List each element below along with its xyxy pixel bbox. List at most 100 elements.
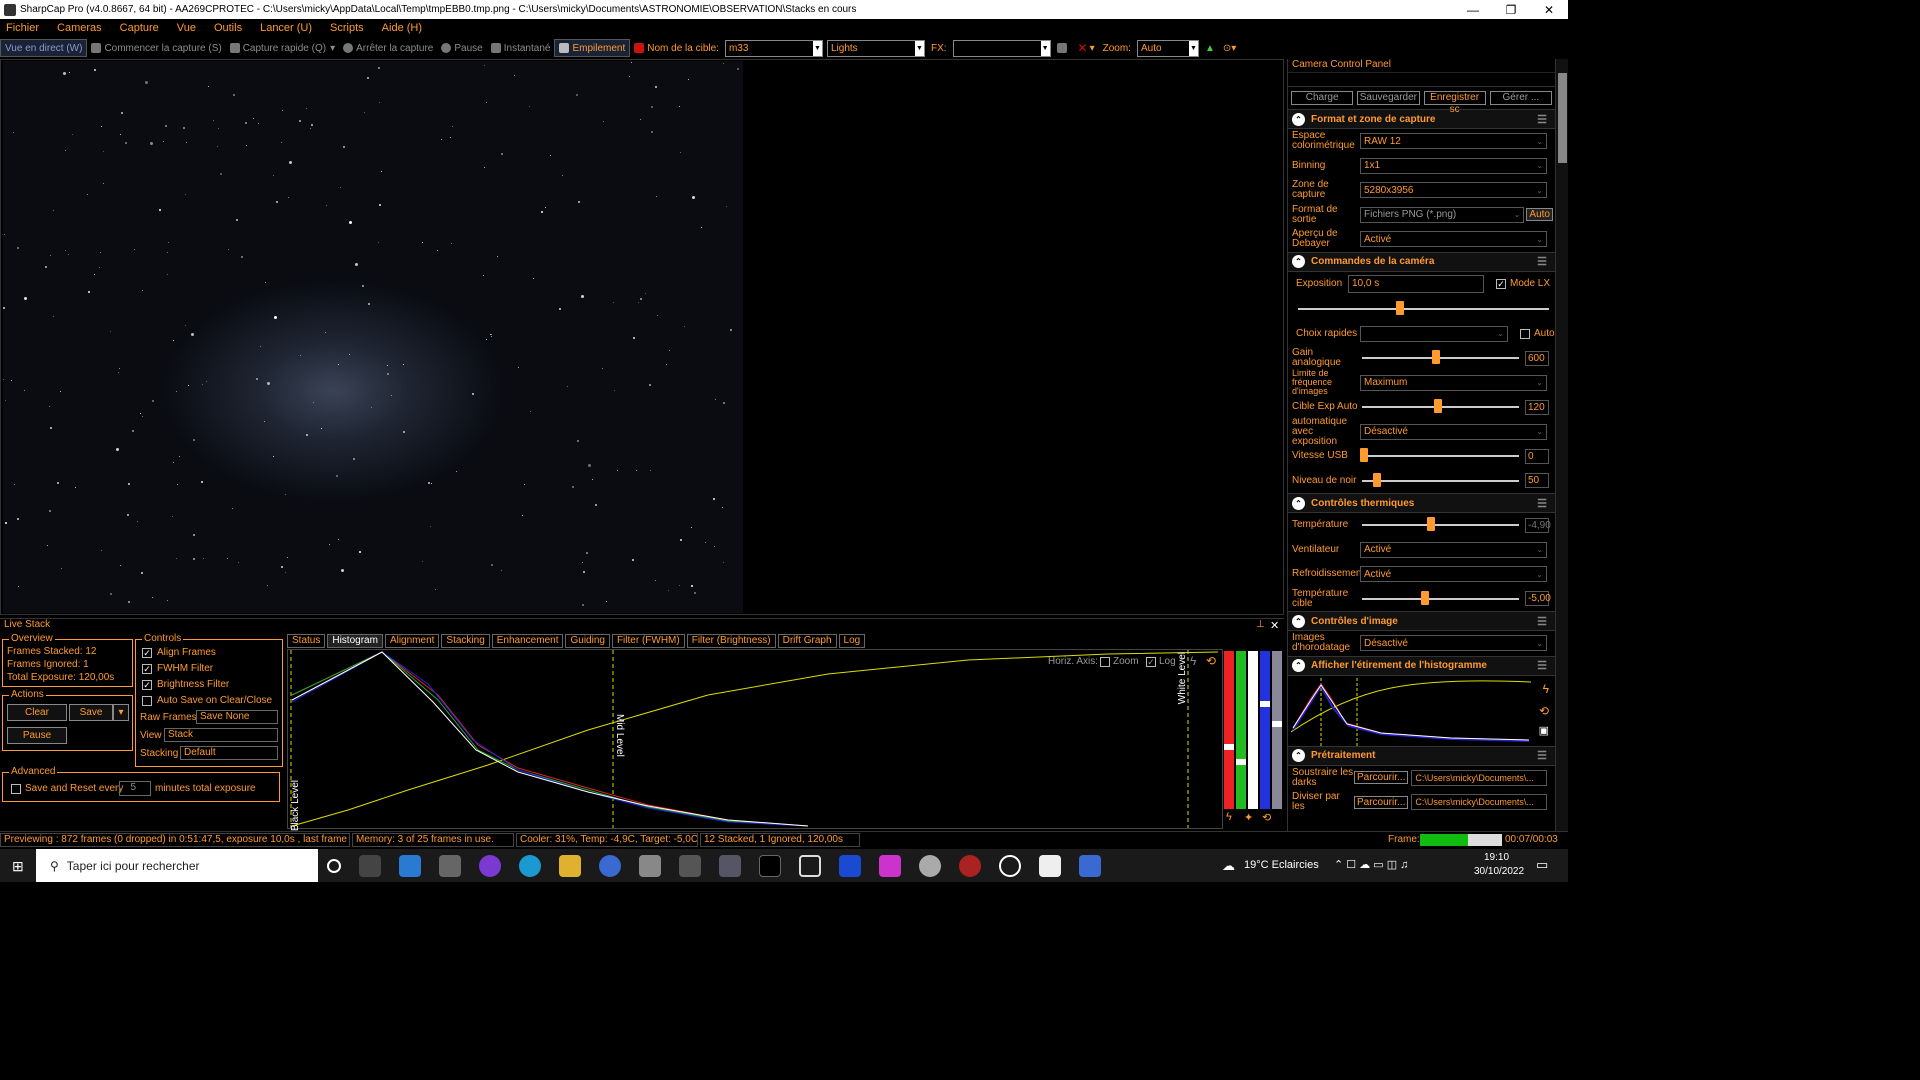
close-button[interactable]: ✕ [1530, 3, 1568, 17]
quick-pick-combo[interactable]: ⌄ [1360, 325, 1508, 342]
auto-stretch-icon[interactable]: ϟ [1543, 682, 1549, 696]
reset-minutes-input[interactable]: 5 [119, 781, 151, 796]
fps-limit-combo[interactable]: Maximum ⌄ [1360, 374, 1547, 391]
app-icon[interactable] [1079, 854, 1101, 877]
tab-filter-fwhm[interactable]: Filter (FWHM) [611, 634, 685, 648]
output-auto-button[interactable]: Auto [1526, 208, 1553, 222]
pause-button[interactable]: Pause [437, 39, 486, 57]
sharpcap-taskbar-icon[interactable] [679, 854, 701, 877]
zoom-combo[interactable]: Auto ▼ [1136, 39, 1199, 57]
tab-enhancement[interactable]: Enhancement [491, 634, 564, 648]
black-level-slider[interactable] [1360, 472, 1525, 489]
hamburger-icon[interactable]: ☰ [1537, 113, 1547, 126]
windows-start-icon[interactable]: ⊞ [12, 858, 24, 875]
slider-thumb[interactable] [1396, 300, 1404, 315]
exposure-input[interactable]: 10,0 s [1348, 274, 1484, 293]
tab-stacking[interactable]: Stacking [441, 634, 490, 648]
tab-alignment[interactable]: Alignment [384, 634, 440, 648]
weather-text[interactable]: 19°C Eclaircies [1244, 859, 1319, 871]
hamburger-icon[interactable]: ☰ [1537, 255, 1547, 268]
menu-aide[interactable]: Aide (H) [382, 22, 422, 34]
color-space-combo[interactable]: RAW 12 ⌄ [1360, 133, 1547, 150]
target-name-combo[interactable]: m33 ▼ [724, 39, 823, 57]
menu-fichier[interactable]: Fichier [6, 22, 39, 34]
align-frames-checkbox[interactable]: ✓ [142, 648, 152, 658]
live-view-button[interactable]: Vue en direct (W) [0, 39, 88, 57]
app-icon[interactable] [999, 854, 1021, 877]
scrollbar-thumb[interactable] [1558, 73, 1567, 163]
flats-browse-button[interactable]: Parcourir... [1354, 795, 1409, 809]
crosshair-button[interactable]: ✕ ▾ [1074, 39, 1099, 57]
usb-speed-value[interactable]: 0 [1525, 448, 1549, 464]
reset-icon[interactable]: ⟲ [1206, 654, 1216, 668]
tab-histogram[interactable]: Histogram [327, 634, 383, 648]
ccp-profile-combo[interactable] [1288, 73, 1555, 87]
flats-path-combo[interactable]: C:\Users\micky\Documents\... [1411, 794, 1547, 811]
auto-stretch-icon[interactable]: ϟ [1226, 811, 1232, 823]
slider-thumb[interactable] [1360, 448, 1368, 463]
format-section-header[interactable]: ⌃ Format et zone de capture ☰ [1288, 109, 1555, 129]
tab-log[interactable]: Log [838, 634, 866, 648]
app-icon[interactable] [959, 854, 981, 877]
thermal-section-header[interactable]: ⌃ Contrôles thermiques ☰ [1288, 493, 1555, 513]
notification-icon[interactable]: ▭ [1536, 857, 1548, 873]
mid-level-marker[interactable]: Mid Level [614, 714, 625, 757]
horiz-log-checkbox[interactable]: ✓ [1146, 657, 1156, 667]
debayer-combo[interactable]: Activé ⌄ [1360, 231, 1547, 248]
clock-time[interactable]: 19:10 [1484, 852, 1509, 863]
ccp-scrollbar[interactable] [1555, 59, 1568, 831]
menu-cameras[interactable]: Cameras [57, 22, 102, 34]
white-level-marker[interactable]: White Level [1177, 652, 1188, 704]
app-icon[interactable] [799, 854, 821, 877]
auto-stretch-icon[interactable]: ϟ [1190, 654, 1196, 668]
histogram-button[interactable]: ▲ [1201, 39, 1219, 57]
app-icon[interactable] [639, 854, 661, 877]
mail-icon[interactable] [399, 854, 421, 877]
reset-icon[interactable]: ⟲ [1262, 811, 1271, 824]
menu-capture[interactable]: Capture [120, 22, 159, 34]
mini-histogram[interactable]: ϟ ⟲ ▣ [1288, 676, 1555, 746]
histo-section-header[interactable]: ⌃ Afficher l'étirement de l'histogramme ☰ [1288, 655, 1555, 676]
fwhm-filter-checkbox[interactable]: ✓ [142, 664, 152, 674]
quick-auto-checkbox[interactable] [1520, 328, 1530, 339]
image-section-header[interactable]: ⌃ Contrôles d'image ☰ [1288, 611, 1555, 631]
pause-stack-button[interactable]: Pause [7, 727, 67, 744]
green-channel-slider[interactable] [1236, 651, 1246, 809]
gain-slider[interactable] [1360, 350, 1525, 366]
app-icon[interactable] [759, 854, 781, 877]
quick-capture-button[interactable]: Capture rapide (Q) ▾ [226, 39, 339, 57]
app-icon[interactable] [839, 854, 861, 877]
target-temp-value[interactable]: -5,00 [1525, 591, 1551, 607]
darks-path-combo[interactable]: C:\Users\micky\Documents\... [1411, 769, 1547, 786]
black-level-marker[interactable]: Black Level [290, 780, 301, 831]
reset-icon[interactable]: ⟲ [1539, 704, 1549, 718]
load-button[interactable]: Charge [1291, 91, 1354, 105]
edge-icon[interactable] [519, 854, 541, 877]
auto-save-checkbox[interactable] [142, 696, 152, 706]
target-temp-slider[interactable] [1360, 590, 1525, 607]
tab-status[interactable]: Status [287, 634, 326, 648]
output-format-combo[interactable]: Fichiers PNG (*.png) ⌄ [1360, 206, 1525, 223]
tab-drift-graph[interactable]: Drift Graph [777, 634, 837, 648]
settings-icon[interactable] [439, 854, 461, 877]
snapshot-button[interactable]: Instantané [487, 39, 555, 57]
tab-guiding[interactable]: Guiding [565, 634, 610, 648]
fan-combo[interactable]: Activé ⌄ [1360, 541, 1547, 558]
hamburger-icon[interactable]: ☰ [1537, 659, 1547, 672]
app-icon[interactable] [919, 854, 941, 877]
binning-combo[interactable]: 1x1 ⌄ [1360, 157, 1547, 174]
black-level-value[interactable]: 50 [1525, 473, 1549, 489]
luminance-channel-slider[interactable] [1272, 651, 1282, 809]
save-dropdown-button[interactable]: ▾ [113, 704, 129, 721]
app-icon[interactable] [879, 854, 901, 877]
save-reset-checkbox[interactable] [11, 784, 21, 794]
start-capture-button[interactable]: Commencer la capture (S) [87, 39, 225, 57]
brightness-filter-checkbox[interactable]: ✓ [142, 680, 152, 690]
raw-frames-combo[interactable]: Save None [196, 710, 278, 724]
exposure-slider[interactable] [1296, 300, 1555, 317]
auto-exp-target-slider[interactable] [1360, 399, 1525, 415]
gain-value[interactable]: 600 [1525, 350, 1549, 366]
tray-chevron-icon[interactable]: ⌃ ☐ ☁ ▭ ◫ ♫ [1334, 858, 1408, 871]
save-icon[interactable]: ▣ [1539, 724, 1549, 737]
task-view-icon[interactable] [359, 854, 381, 877]
